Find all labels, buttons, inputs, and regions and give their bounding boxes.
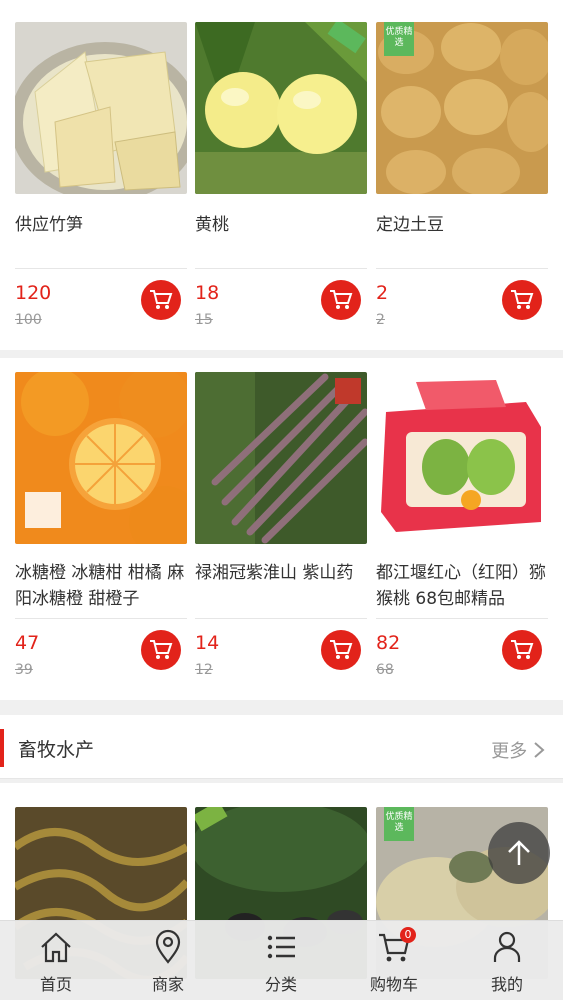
add-to-cart-button[interactable] bbox=[502, 630, 542, 670]
divider bbox=[195, 618, 367, 619]
product-grid-row-1: 供应竹笋 120 100 黄桃 18 15 优质精选 定边土豆 2 2 bbox=[0, 0, 563, 350]
product-name: 都江堰红心（红阳）猕猴桃 68包邮精品 bbox=[376, 563, 546, 609]
cart-icon bbox=[511, 640, 534, 659]
product-name: 黄桃 bbox=[195, 215, 229, 235]
tab-categories[interactable]: 分类 bbox=[225, 921, 337, 1000]
product-price: 18 bbox=[195, 282, 220, 304]
premium-badge: 优质精选 bbox=[384, 807, 414, 841]
product-name: 定边土豆 bbox=[376, 215, 444, 235]
more-label: 更多 bbox=[491, 741, 528, 762]
section-title: 畜牧水产 bbox=[18, 739, 95, 761]
tab-label: 首页 bbox=[39, 975, 72, 994]
product-original-price: 68 bbox=[376, 662, 394, 678]
product-name: 供应竹笋 bbox=[15, 215, 83, 235]
tab-cart[interactable]: 0 购物车 bbox=[338, 921, 450, 1000]
divider bbox=[376, 268, 548, 269]
divider bbox=[376, 618, 548, 619]
cart-count-badge: 0 bbox=[400, 927, 416, 943]
product-price: 120 bbox=[15, 282, 52, 304]
cart-icon bbox=[330, 290, 353, 309]
cart-icon bbox=[511, 290, 534, 309]
location-pin-icon bbox=[155, 929, 181, 964]
product-original-price: 100 bbox=[15, 312, 42, 328]
cart-icon bbox=[150, 290, 173, 309]
list-icon bbox=[267, 935, 295, 959]
add-to-cart-button[interactable] bbox=[141, 280, 181, 320]
tab-merchants[interactable]: 商家 bbox=[112, 921, 224, 1000]
product-original-price: 15 bbox=[195, 312, 213, 328]
more-link[interactable]: 更多 bbox=[491, 737, 545, 763]
product-image-oranges[interactable] bbox=[15, 372, 187, 544]
user-icon bbox=[493, 931, 521, 962]
add-to-cart-button[interactable] bbox=[321, 630, 361, 670]
divider bbox=[195, 268, 367, 269]
back-to-top-button[interactable] bbox=[488, 822, 550, 884]
home-icon bbox=[41, 932, 71, 963]
product-name: 冰糖橙 冰糖柑 柑橘 麻阳冰糖橙 甜橙子 bbox=[15, 563, 185, 609]
product-price: 14 bbox=[195, 632, 220, 654]
product-original-price: 2 bbox=[376, 312, 385, 328]
product-grid-row-2: 冰糖橙 冰糖柑 柑橘 麻阳冰糖橙 甜橙子 47 39 禄湘冠紫淮山 紫山药 14… bbox=[0, 358, 563, 700]
product-image-potatoes[interactable]: 优质精选 bbox=[376, 22, 548, 194]
add-to-cart-button[interactable] bbox=[141, 630, 181, 670]
product-price: 47 bbox=[15, 632, 40, 654]
section-accent-bar bbox=[0, 729, 4, 767]
product-original-price: 39 bbox=[15, 662, 33, 678]
product-image-bamboo-shoots[interactable] bbox=[15, 22, 187, 194]
add-to-cart-button[interactable] bbox=[321, 280, 361, 320]
product-image-kiwi-gift-box[interactable] bbox=[376, 372, 548, 544]
arrow-up-icon bbox=[508, 840, 530, 865]
cart-icon bbox=[330, 640, 353, 659]
divider bbox=[15, 268, 187, 269]
tab-home[interactable]: 首页 bbox=[0, 921, 112, 1000]
product-price: 2 bbox=[376, 282, 389, 304]
tab-profile[interactable]: 我的 bbox=[451, 921, 563, 1000]
product-name: 禄湘冠紫淮山 紫山药 bbox=[195, 563, 354, 583]
cart-icon bbox=[150, 640, 173, 659]
divider bbox=[15, 618, 187, 619]
product-original-price: 12 bbox=[195, 662, 213, 678]
screen: 供应竹笋 120 100 黄桃 18 15 优质精选 定边土豆 2 2 冰糖橙 … bbox=[0, 0, 563, 1000]
premium-badge: 优质精选 bbox=[384, 22, 414, 56]
tab-label: 商家 bbox=[151, 975, 184, 994]
add-to-cart-button[interactable] bbox=[502, 280, 542, 320]
bottom-tab-bar: 首页 商家 分类 0 购物车 我的 bbox=[0, 920, 563, 1000]
tab-label: 购物车 bbox=[369, 975, 418, 994]
chevron-right-icon bbox=[534, 742, 545, 758]
tab-label: 我的 bbox=[490, 975, 523, 994]
section-header: 畜牧水产 更多 bbox=[0, 715, 563, 779]
tab-label: 分类 bbox=[264, 975, 297, 994]
product-price: 82 bbox=[376, 632, 401, 654]
product-image-yam[interactable] bbox=[195, 372, 367, 544]
product-image-yellow-peach[interactable] bbox=[195, 22, 367, 194]
